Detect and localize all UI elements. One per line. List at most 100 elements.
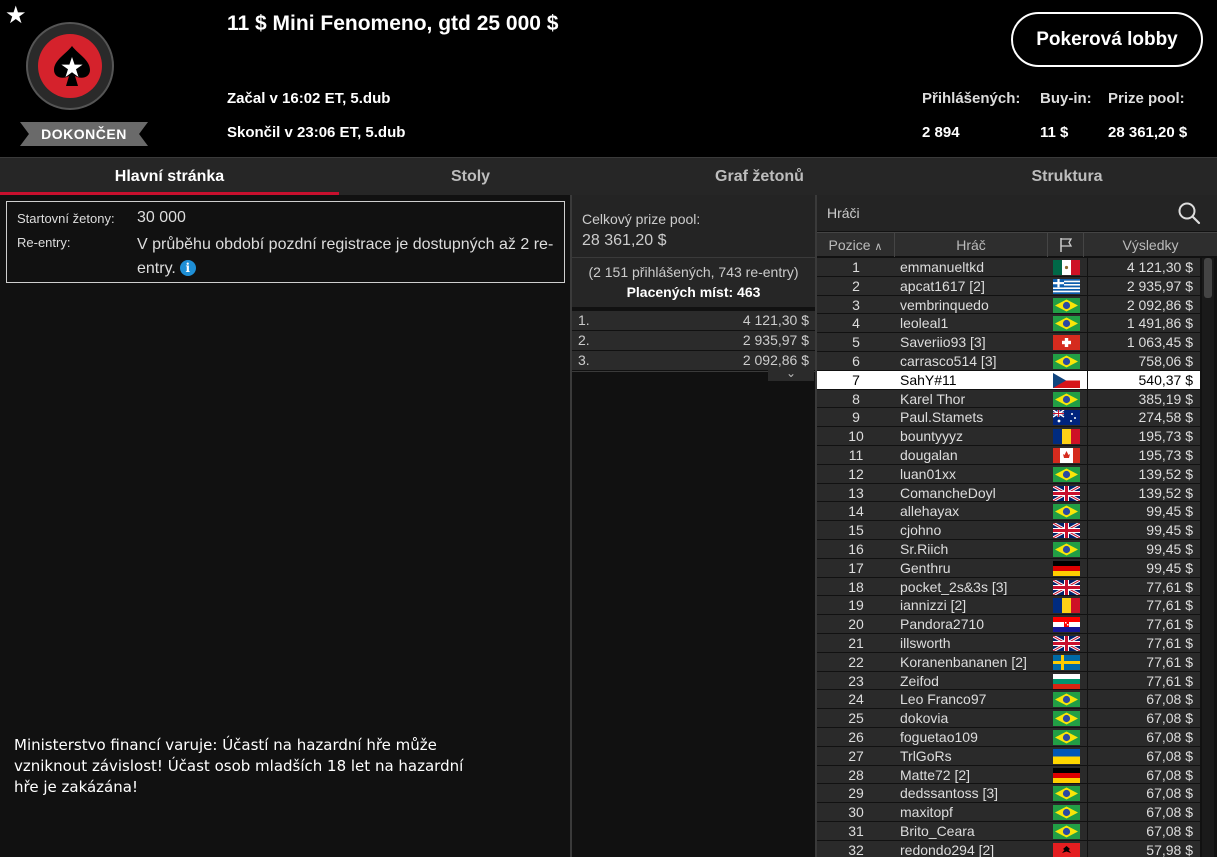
table-row[interactable]: 32 redondo294 [2] 57,98 $: [817, 840, 1200, 857]
column-separator: [1087, 615, 1088, 634]
player-position: 28: [848, 766, 864, 783]
table-row[interactable]: 19 iannizzi [2] 77,61 $: [817, 596, 1200, 616]
table-row[interactable]: 7 SahY#11 540,37 $: [817, 370, 1200, 390]
table-row[interactable]: 12 luan01xx 139,52 $: [817, 464, 1200, 484]
table-row[interactable]: 18 pocket_2s&3s [3] 77,61 $: [817, 577, 1200, 597]
player-name: Sr.Riich: [900, 540, 949, 557]
player-result: 99,45 $: [1146, 503, 1193, 520]
column-separator: [1087, 258, 1088, 276]
player-result: 67,08 $: [1146, 785, 1193, 802]
player-name: leoleal1: [900, 315, 949, 332]
flag-icon[interactable]: [1048, 233, 1084, 257]
player-result: 77,61 $: [1146, 578, 1193, 595]
country-flag-icon: [1053, 316, 1080, 332]
buyin-label: Buy-in:: [1040, 90, 1092, 107]
payout-row: 1. 4 121,30 $: [572, 311, 815, 330]
player-name: Karel Thor: [900, 390, 966, 407]
player-result: 99,45 $: [1146, 540, 1193, 557]
table-row[interactable]: 16 Sr.Riich 99,45 $: [817, 539, 1200, 559]
prizepool-label: Prize pool:: [1108, 90, 1185, 107]
player-result: 139,52 $: [1138, 465, 1194, 482]
column-separator: [1087, 370, 1088, 389]
start-time: Začal v 16:02 ET, 5.dub: [227, 90, 391, 107]
column-results[interactable]: Výsledky: [1084, 233, 1217, 257]
table-row[interactable]: 27 TrlGoRs 67,08 $: [817, 746, 1200, 766]
column-separator: [1087, 483, 1088, 502]
country-flag-icon: [1053, 297, 1080, 313]
column-position[interactable]: Pozice ∧: [817, 233, 895, 257]
table-row[interactable]: 5 Saveriio93 [3] 1 063,45 $: [817, 333, 1200, 352]
column-separator: [1087, 840, 1088, 857]
table-row[interactable]: 14 allehayax 99,45 $: [817, 502, 1200, 522]
player-name: Genthru: [900, 559, 951, 576]
table-row[interactable]: 6 carrasco514 [3] 758,06 $: [817, 351, 1200, 371]
table-row[interactable]: 13 ComancheDoyl 139,52 $: [817, 483, 1200, 503]
prizepool-value: 28 361,20 $: [1108, 124, 1188, 141]
table-row[interactable]: 29 dedssantoss [3] 67,08 $: [817, 784, 1200, 804]
search-icon[interactable]: [1177, 201, 1201, 225]
table-row[interactable]: 23 Zeifod 77,61 $: [817, 671, 1200, 691]
table-row[interactable]: 1 emmanueltkd 4 121,30 $: [817, 258, 1200, 277]
tab-structure[interactable]: Struktura: [917, 158, 1217, 196]
column-player[interactable]: Hráč: [895, 233, 1048, 257]
table-row[interactable]: 9 Paul.Stamets 274,58 $: [817, 408, 1200, 428]
table-row[interactable]: 30 maxitopf 67,08 $: [817, 803, 1200, 822]
scrollbar[interactable]: [1202, 258, 1214, 857]
table-row[interactable]: 17 Genthru 99,45 $: [817, 558, 1200, 578]
country-flag-icon: [1052, 634, 1081, 653]
table-row[interactable]: 3 vembrinquedo 2 092,86 $: [817, 295, 1200, 315]
table-row[interactable]: 20 Pandora2710 77,61 $: [817, 615, 1200, 634]
chevron-down-icon[interactable]: ⌄: [768, 367, 814, 381]
payout-amount: 4 121,30 $: [742, 312, 809, 328]
column-separator: [1087, 389, 1088, 408]
player-position: 10: [848, 428, 864, 445]
player-name: redondo294 [2]: [900, 841, 995, 857]
table-row[interactable]: 25 dokovia 67,08 $: [817, 709, 1200, 728]
player-position: 7: [852, 371, 860, 388]
player-name: dokovia: [900, 710, 949, 727]
table-row[interactable]: 24 Leo Franco97 67,08 $: [817, 690, 1200, 710]
poker-lobby-button[interactable]: Pokerová lobby: [1011, 12, 1203, 67]
player-name: maxitopf: [900, 804, 953, 821]
table-row[interactable]: 22 Koranenbananen [2] 77,61 $: [817, 652, 1200, 672]
player-name: foguetao109: [900, 728, 978, 745]
table-row[interactable]: 4 leoleal1 1 491,86 $: [817, 314, 1200, 334]
player-name: vembrinquedo: [900, 296, 989, 313]
prize-pool-value: 28 361,20 $: [582, 232, 667, 249]
country-flag-icon: [1053, 541, 1080, 557]
player-name: apcat1617 [2]: [900, 277, 985, 294]
table-row[interactable]: 31 Brito_Ceara 67,08 $: [817, 821, 1200, 841]
info-icon[interactable]: i: [179, 260, 196, 276]
table-row[interactable]: 26 foguetao109 67,08 $: [817, 727, 1200, 747]
country-flag-icon: [1053, 654, 1080, 670]
column-position-label: Pozice: [828, 237, 871, 253]
player-search-bar[interactable]: Hráči: [817, 195, 1217, 231]
star-icon[interactable]: ★: [5, 2, 27, 28]
table-row[interactable]: 2 apcat1617 [2] 2 935,97 $: [817, 276, 1200, 296]
player-result: 77,61 $: [1146, 653, 1193, 670]
tab-chip-graph[interactable]: Graf žetonů: [602, 158, 917, 196]
player-position: 11: [848, 446, 864, 463]
player-position: 18: [848, 578, 864, 595]
country-flag-icon: [1053, 823, 1080, 839]
table-row[interactable]: 15 cjohno 99,45 $: [817, 521, 1200, 540]
player-name: Leo Franco97: [900, 691, 987, 708]
table-row[interactable]: 10 bountyyyz 195,73 $: [817, 427, 1200, 446]
country-flag-icon: [1053, 617, 1080, 633]
country-flag-icon: [1053, 805, 1080, 821]
column-separator: [1087, 765, 1088, 784]
scrollbar-thumb[interactable]: [1204, 258, 1212, 298]
table-row[interactable]: 8 Karel Thor 385,19 $: [817, 389, 1200, 409]
tab-tables[interactable]: Stoly: [339, 158, 602, 196]
table-row[interactable]: 28 Matte72 [2] 67,08 $: [817, 765, 1200, 785]
country-flag-icon: [1053, 372, 1080, 388]
players-panel: Hráči Pozice ∧ Hráč Výsledky 1 emmanueltk…: [815, 195, 1217, 857]
player-result: 57,98 $: [1146, 841, 1193, 857]
reentry-text: V průběhu období pozdní registrace je do…: [137, 236, 554, 277]
tab-main[interactable]: Hlavní stránka: [0, 158, 339, 196]
table-row[interactable]: 11 dougalan 195,73 $: [817, 445, 1200, 465]
table-row[interactable]: 21 illsworth 77,61 $: [817, 633, 1200, 653]
player-result: 2 092,86 $: [1126, 296, 1193, 313]
player-result: 67,08 $: [1146, 766, 1193, 783]
gambling-warning: Ministerstvo financí varuje: Účastí na h…: [14, 736, 464, 796]
